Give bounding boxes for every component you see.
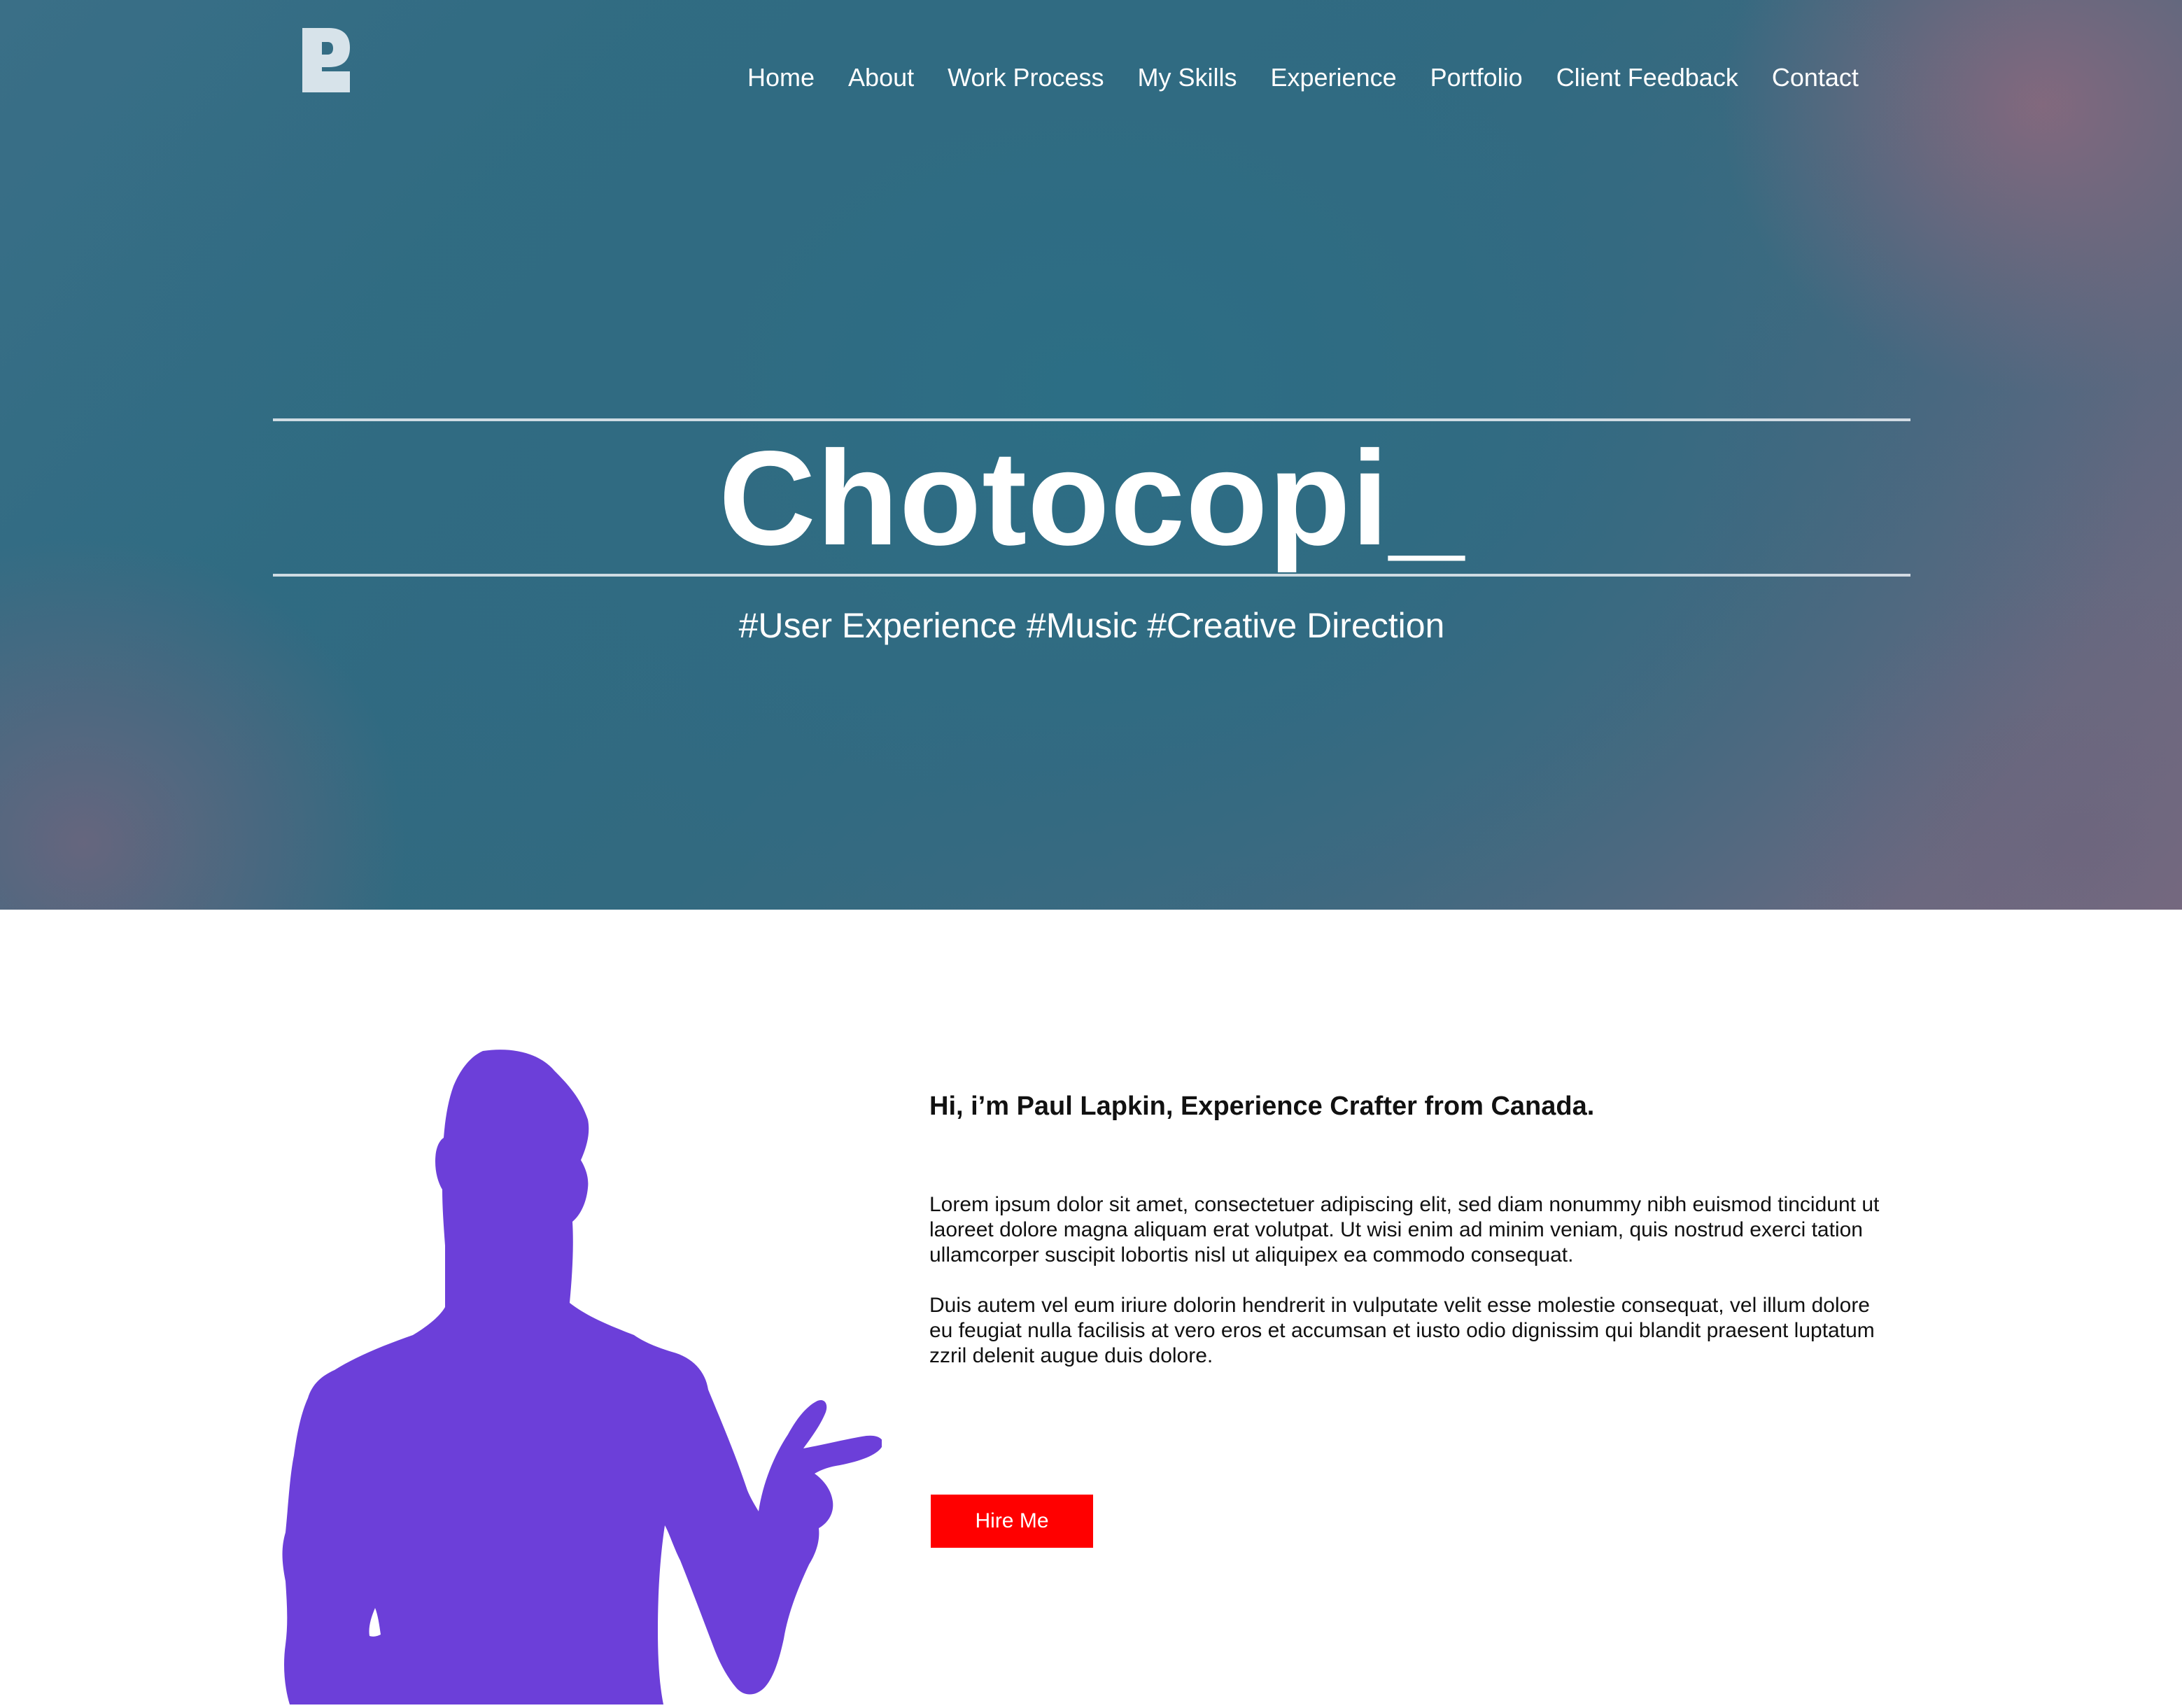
hero-divider-bottom [273,574,1910,577]
about-heading: Hi, i’m Paul Lapkin, Experience Crafter … [929,1092,1595,1121]
nav-item-experience[interactable]: Experience [1271,60,1397,95]
nav-item-contact[interactable]: Contact [1772,60,1859,95]
hire-me-button[interactable]: Hire Me [931,1495,1093,1548]
about-paragraph: Duis autem vel eum iriure dolorin hendre… [929,1294,1875,1367]
hero-title: Chotocopi_ [719,423,1465,573]
nav-item-work-process[interactable]: Work Process [948,60,1104,95]
hero-section: Home About Work Process My Skills Experi… [0,0,2182,910]
hero-divider-top [273,418,1910,421]
nav-item-home[interactable]: Home [747,60,815,95]
nav-item-my-skills[interactable]: My Skills [1138,60,1237,95]
nav-item-portfolio[interactable]: Portfolio [1430,60,1523,95]
person-silhouette-pointing [280,1043,883,1705]
p-monogram-logo-icon[interactable] [301,27,351,94]
main-nav: Home About Work Process My Skills Experi… [747,60,1859,95]
nav-item-about[interactable]: About [848,60,914,95]
about-paragraph: Lorem ipsum dolor sit amet, consectetuer… [929,1193,1880,1266]
hero-tagline: #User Experience #Music #Creative Direct… [738,606,1445,645]
nav-item-client-feedback[interactable]: Client Feedback [1556,60,1738,95]
